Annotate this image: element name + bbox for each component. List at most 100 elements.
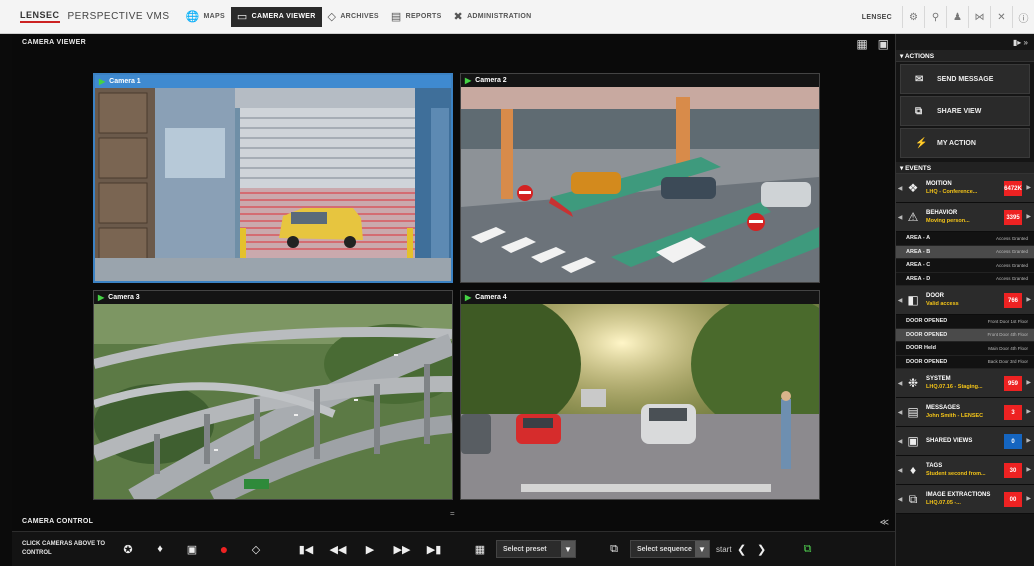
rewind-icon[interactable]: ◀◀: [322, 536, 354, 562]
play-icon: ▶: [98, 293, 105, 302]
tab-label: MAPS: [203, 13, 225, 20]
chevron-down-icon: ▼: [695, 541, 709, 557]
globe-icon: 🌐: [185, 11, 200, 23]
add-sequence-icon[interactable]: ⧉: [598, 536, 630, 562]
chevron-right-icon: ▶: [1026, 214, 1031, 220]
event-count-badge: 30: [1004, 463, 1022, 478]
my-action-button[interactable]: ⚡ MY ACTION: [900, 128, 1030, 158]
event-count-badge: 959: [1004, 376, 1022, 391]
camera-header: ▶ Camera 1: [95, 75, 451, 88]
event-title: SYSTEM: [926, 376, 951, 382]
camera-tile-3[interactable]: ▶ Camera 3: [93, 290, 453, 500]
control-hint: CLICK CAMERAS ABOVE TO CONTROL: [22, 541, 106, 556]
events-header[interactable]: ▾ EVENTS: [896, 162, 1034, 174]
door-row[interactable]: DOOR OPENED Front Door 1st Floor: [896, 315, 1034, 329]
camera-1-feed: [95, 88, 451, 281]
event-door[interactable]: ◀ ◧ DOOR Valid access 766 ▶: [896, 286, 1034, 315]
door-location: Front Door 1st Floor: [987, 318, 1028, 324]
camera-control-bar: CLICK CAMERAS ABOVE TO CONTROL ✪ ♦ ▣ ● ◇…: [12, 531, 895, 566]
event-image-extractions[interactable]: ◀ ⧉ IMAGE EXTRACTIONS LHQ.07.05 -... 00 ▶: [896, 485, 1034, 514]
preset-select[interactable]: Select preset ▼: [496, 540, 576, 558]
event-title: IMAGE EXTRACTIONS: [926, 492, 991, 498]
area-row[interactable]: AREA - C Access Granted: [896, 259, 1034, 273]
snapshot-icon[interactable]: ▣: [176, 536, 208, 562]
event-messages[interactable]: ◀ ▤ MESSAGES John Smith - LENSEC 3 ▶: [896, 398, 1034, 427]
event-count-badge: 0: [1004, 434, 1022, 449]
event-subtitle: LHQ - Conference...: [926, 189, 978, 195]
motion-sensor-icon: ❖: [907, 181, 919, 195]
diamond-icon[interactable]: ◇: [240, 536, 272, 562]
area-name: AREA - C: [906, 262, 931, 269]
monitor-icon: ▭: [236, 11, 248, 23]
play-icon[interactable]: ▶: [354, 536, 386, 562]
door-row[interactable]: DOOR OPENED Front Door 4th Floor: [896, 328, 1034, 342]
event-motion[interactable]: ◀ ❖ MOITION LHQ - Conference... 6472K ▶: [896, 174, 1034, 203]
camera-header: ▶ Camera 3: [94, 291, 452, 304]
tab-archives[interactable]: ◇ ARCHIVES: [322, 7, 385, 27]
event-subtitle: Valid access: [926, 301, 959, 307]
collapse-panel-icon[interactable]: ▮▸ »: [1013, 38, 1028, 47]
camera-tile-1[interactable]: ▶ Camera 1: [93, 73, 453, 283]
help-icon[interactable]: ⓘ: [1012, 6, 1034, 28]
event-shared-views[interactable]: ◀ ▣ SHARED VIEWS 0 ▶: [896, 427, 1034, 456]
camera-tile-2[interactable]: ▶ Camera 2: [460, 73, 820, 283]
export-icon[interactable]: ⧉: [792, 536, 824, 562]
fast-forward-icon[interactable]: ▶▶: [386, 536, 418, 562]
fullscreen-icon[interactable]: ▣: [878, 37, 889, 51]
search-icon[interactable]: ⚲: [924, 6, 946, 28]
area-row[interactable]: AREA - A Access Granted: [896, 232, 1034, 246]
area-name: AREA - B: [906, 248, 931, 255]
record-icon[interactable]: ●: [208, 536, 240, 562]
area-status: Access Granted: [995, 276, 1028, 282]
tab-camera-viewer[interactable]: ▭ CAMERA VIEWER: [230, 6, 322, 27]
share-view-button[interactable]: ⧉ SHARE VIEW: [900, 96, 1030, 126]
sequence-select[interactable]: Select sequence ▼: [630, 540, 710, 558]
event-tags[interactable]: ◀ ♦ TAGS Student second from... 30 ▶: [896, 456, 1034, 485]
door-row[interactable]: DOOR OPENED Back Door 3rd Floor: [896, 355, 1034, 369]
skip-start-icon[interactable]: ▮◀: [290, 536, 322, 562]
shared-views-icon: ▣: [907, 434, 919, 448]
tab-label: ADMINISTRATION: [467, 13, 532, 20]
camera-tile-4[interactable]: ▶ Camera 4: [460, 290, 820, 500]
tab-reports[interactable]: ▤ REPORTS: [385, 7, 448, 27]
skip-end-icon[interactable]: ▶▮: [418, 536, 450, 562]
tab-label: REPORTS: [405, 13, 442, 20]
add-preset-icon[interactable]: ▦: [464, 536, 496, 562]
chevron-right-icon: ▶: [1026, 467, 1031, 473]
user-icon[interactable]: ♟: [946, 6, 968, 28]
action-label: SEND MESSAGE: [937, 75, 994, 83]
tab-maps[interactable]: 🌐 MAPS: [179, 7, 230, 27]
archive-icon: ◇: [327, 11, 337, 23]
send-message-button[interactable]: ✉ SEND MESSAGE: [900, 64, 1030, 94]
tools-icon[interactable]: ✕: [990, 6, 1012, 28]
event-behavior[interactable]: ◀ ⚠ BEHAVIOR Moving person... 3395 ▶: [896, 203, 1034, 232]
area-row[interactable]: AREA - B Access Granted: [896, 245, 1034, 259]
camera-control-title: CAMERA CONTROL: [22, 518, 94, 525]
gear-icon[interactable]: ⚙: [902, 6, 924, 28]
chevron-left-icon: ◀: [897, 185, 903, 192]
area-row[interactable]: AREA - D Access Granted: [896, 272, 1034, 286]
tag-icon[interactable]: ♦: [144, 536, 176, 562]
previous-icon[interactable]: ❮: [732, 536, 752, 562]
area-status: Access Granted: [995, 262, 1028, 268]
tab-administration[interactable]: ✖ ADMINISTRATION: [448, 7, 538, 27]
brand: LENSEC PERSPECTIVE VMS: [20, 0, 179, 34]
next-icon[interactable]: ❯: [752, 536, 772, 562]
collapse-icon[interactable]: ≪: [880, 517, 889, 528]
grid-layout-icon[interactable]: ▦: [856, 37, 867, 51]
lightning-icon: ⚡: [915, 137, 928, 149]
event-count-badge: 766: [1004, 293, 1022, 308]
camera-3-feed: [94, 304, 452, 499]
pane-divider-handle[interactable]: =: [450, 509, 455, 518]
ptz-control-icon[interactable]: ✪: [112, 536, 144, 562]
event-count-badge: 3: [1004, 405, 1022, 420]
network-icon[interactable]: ⋈: [968, 6, 990, 28]
door-row[interactable]: DOOR Held Main Door 4th Floor: [896, 342, 1034, 356]
chevron-right-icon: ▶: [1026, 438, 1031, 444]
envelope-icon: ✉: [915, 73, 924, 85]
tab-label: ARCHIVES: [340, 13, 379, 20]
event-count-badge: 3395: [1004, 210, 1022, 225]
actions-header[interactable]: ▾ ACTIONS: [896, 50, 1034, 62]
event-system[interactable]: ◀ ❉ SYSTEM LHQ.07.16 - Staging... 959 ▶: [896, 369, 1034, 398]
play-icon: ▶: [465, 293, 472, 302]
